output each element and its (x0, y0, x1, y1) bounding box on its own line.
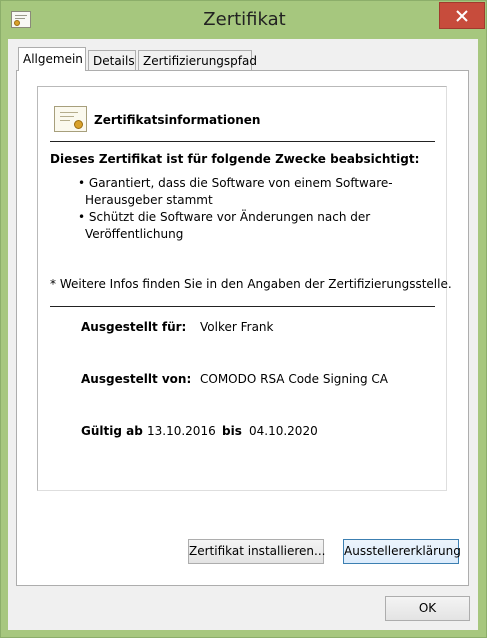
list-item: • Schützt die Software vor Änderungen na… (78, 210, 371, 241)
window-title: Zertifikat (203, 9, 286, 30)
purpose-list: • Garantiert, dass die Software von eine… (78, 175, 398, 243)
issued-by-value: COMODO RSA Code Signing CA (200, 372, 388, 386)
title-bar[interactable]: Zertifikat (1, 1, 486, 39)
valid-to-label: bis (222, 424, 242, 438)
tab-details[interactable]: Details (88, 50, 136, 70)
certificate-info-box: Zertifikatsinformationen Dieses Zertifik… (37, 86, 452, 491)
info-note: * Weitere Infos finden Sie in den Angabe… (50, 277, 452, 291)
close-icon (456, 9, 468, 22)
issued-by-label: Ausgestellt von: (81, 372, 192, 386)
issued-to-label: Ausgestellt für: (81, 320, 187, 334)
tab-allgemein[interactable]: Allgemein (18, 47, 86, 71)
divider (50, 141, 435, 142)
valid-from-label: Gültig ab (81, 424, 143, 438)
purpose-heading: Dieses Zertifikat ist für folgende Zweck… (50, 152, 420, 166)
issued-to-value: Volker Frank (200, 320, 274, 334)
valid-from-value: 13.10.2016 (147, 424, 216, 438)
tab-zertifizierungspfad[interactable]: Zertifizierungspfad (138, 50, 257, 70)
install-certificate-button[interactable]: Zertifikat installieren... (188, 539, 325, 564)
certificate-icon (54, 106, 87, 132)
valid-to-value: 04.10.2020 (249, 424, 318, 438)
tab-label: Allgemein (23, 52, 83, 66)
dialog-client-area: Allgemein Details Zertifizierungspfad Ze… (8, 39, 478, 630)
ok-button[interactable]: OK (385, 596, 470, 621)
tab-label: Details (93, 54, 135, 68)
tab-panel-allgemein: Zertifikatsinformationen Dieses Zertifik… (16, 70, 469, 586)
close-button[interactable] (439, 2, 485, 29)
tab-label: Zertifizierungspfad (143, 54, 257, 68)
certificate-info-heading: Zertifikatsinformationen (94, 113, 261, 127)
issuer-statement-button[interactable]: Ausstellererklärung (343, 539, 461, 564)
divider (50, 306, 435, 307)
list-item: • Garantiert, dass die Software von eine… (78, 176, 393, 207)
